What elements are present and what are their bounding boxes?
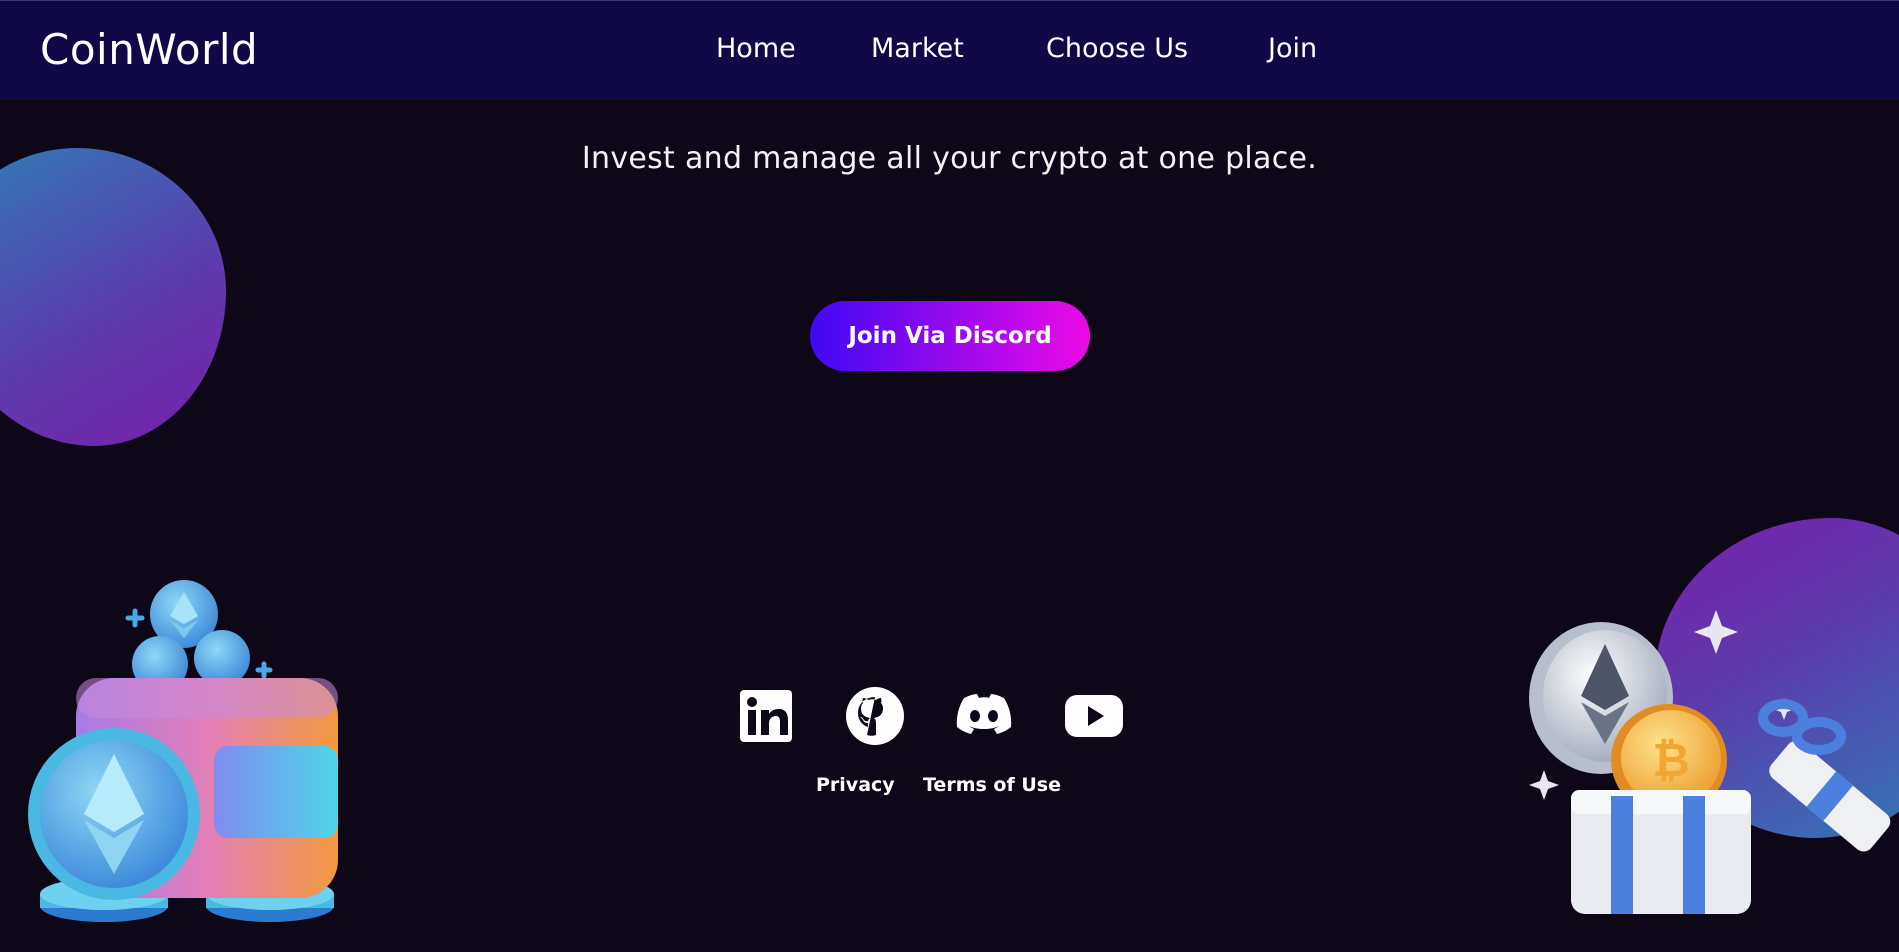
discord-icon[interactable]: [954, 686, 1014, 746]
decorative-blob-left: [0, 148, 226, 446]
wallet-coins-illustration: [28, 580, 338, 922]
nav-links: Home Market Choose Us Join: [0, 1, 1899, 101]
nav-link-choose-us[interactable]: Choose Us: [1046, 33, 1188, 64]
nav-link-home[interactable]: Home: [716, 33, 796, 64]
footer-links: Privacy Terms of Use: [0, 774, 1899, 804]
nav-link-join[interactable]: Join: [1268, 33, 1317, 64]
gift-box-coins-illustration: ₿: [1529, 610, 1891, 914]
terms-of-use-link[interactable]: Terms of Use: [923, 774, 1061, 796]
hero-tagline: Invest and manage all your crypto at one…: [581, 141, 1318, 176]
social-icons: [736, 686, 1126, 746]
privacy-link[interactable]: Privacy: [816, 774, 895, 796]
github-icon[interactable]: [845, 686, 905, 746]
join-discord-button[interactable]: Join Via Discord: [810, 301, 1090, 371]
youtube-icon[interactable]: [1064, 686, 1124, 746]
nav-link-market[interactable]: Market: [871, 33, 964, 64]
page: CoinWorld Home Market Choose Us Join Inv…: [0, 0, 1899, 952]
linkedin-icon[interactable]: [736, 686, 796, 746]
navbar: CoinWorld Home Market Choose Us Join: [0, 0, 1899, 100]
